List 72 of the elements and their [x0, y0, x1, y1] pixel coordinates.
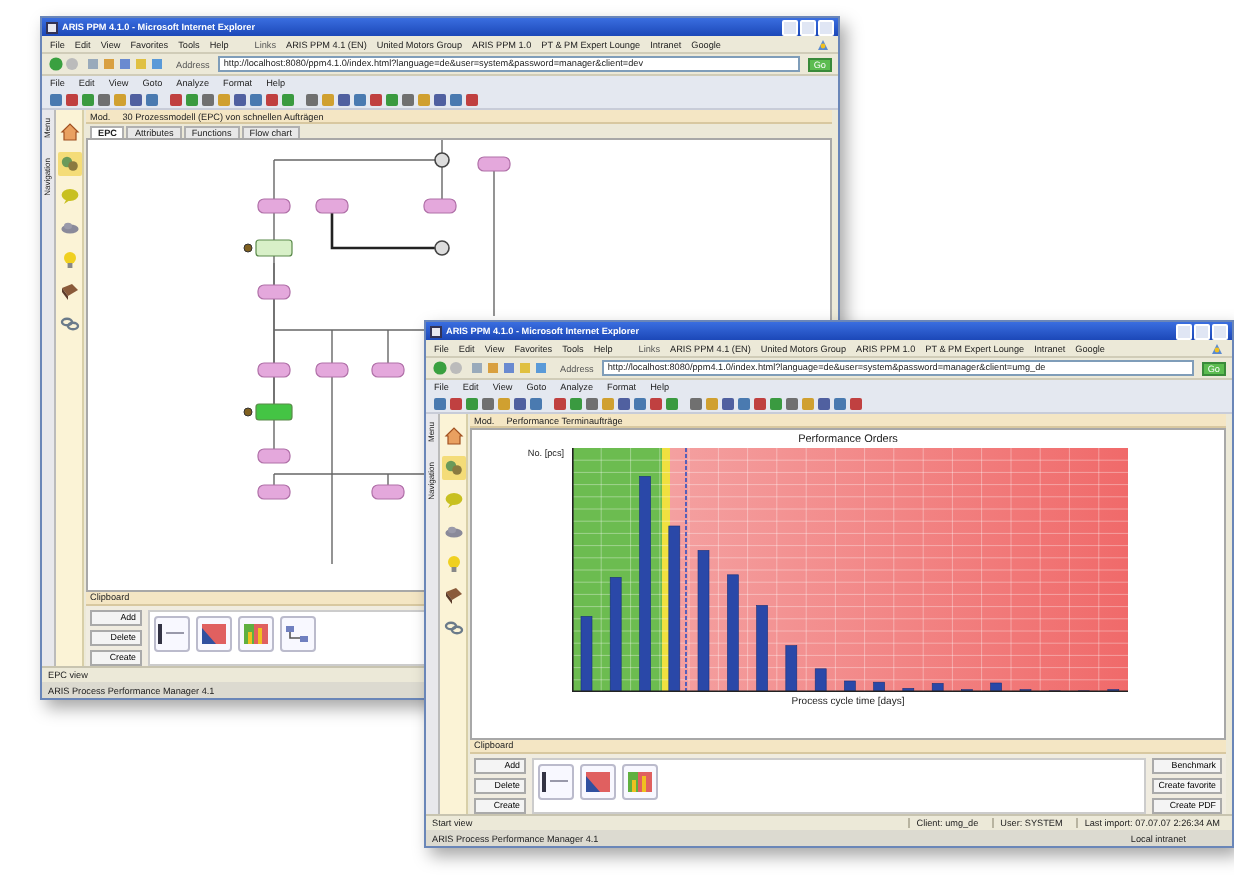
event-node	[477, 156, 511, 172]
book-icon	[59, 282, 79, 302]
event-node	[371, 484, 405, 500]
navigation-toolbar-drawing[interactable]	[432, 360, 552, 376]
bar-chart-thumbnail-icon[interactable]	[238, 616, 274, 652]
bar-chart-thumbnail-icon[interactable]	[622, 764, 658, 800]
lightbulb-icon	[59, 250, 79, 270]
house-icon	[443, 426, 463, 446]
nav-button[interactable]	[57, 312, 81, 336]
connector-line	[441, 166, 443, 200]
event-node	[257, 484, 291, 500]
event-node	[315, 198, 349, 214]
speech-bubble-icon	[443, 490, 463, 510]
minimize-button[interactable]	[782, 19, 798, 35]
connector-line	[330, 213, 435, 250]
nav-button[interactable]	[57, 280, 81, 304]
status-dot-icon	[243, 407, 253, 417]
gear-icon	[443, 458, 463, 478]
event-node	[423, 198, 457, 214]
bar	[873, 681, 886, 692]
function-node	[255, 239, 293, 257]
connector-line	[441, 140, 443, 154]
app-icon	[46, 21, 58, 33]
bar	[610, 577, 622, 692]
bar	[932, 683, 944, 692]
event-node	[371, 362, 405, 378]
bar	[785, 645, 798, 692]
function-node	[255, 403, 293, 421]
nav-button[interactable]	[441, 456, 465, 480]
chain-icon	[59, 314, 79, 334]
house-icon	[59, 122, 79, 142]
bar	[727, 574, 739, 692]
nav-button[interactable]	[441, 584, 465, 608]
close-button[interactable]	[818, 19, 834, 35]
event-node	[257, 362, 291, 378]
connector-node	[434, 152, 450, 168]
bar	[844, 680, 856, 692]
nav-button[interactable]	[441, 616, 465, 640]
area-chart-thumbnail-icon[interactable]	[580, 764, 616, 800]
bar	[990, 682, 1003, 692]
nav-button[interactable]	[57, 120, 81, 144]
minimize-button[interactable]	[1176, 323, 1192, 339]
windows-logo-icon	[816, 37, 830, 51]
chain-icon	[443, 618, 463, 638]
cloud-icon	[59, 218, 79, 238]
connector-node	[434, 240, 450, 256]
flowchart-thumbnail-icon[interactable]	[280, 616, 316, 652]
event-node	[257, 448, 291, 464]
windows-logo-icon	[1210, 341, 1224, 355]
bar	[815, 668, 827, 692]
event-node	[315, 362, 349, 378]
event-node	[257, 198, 291, 214]
lightbulb-icon	[443, 554, 463, 574]
bar	[580, 616, 593, 692]
area-chart-thumbnail-icon[interactable]	[196, 616, 232, 652]
gear-icon	[59, 154, 79, 174]
nav-button[interactable]	[57, 152, 81, 176]
table-thumbnail-icon[interactable]	[538, 764, 574, 800]
close-button[interactable]	[1212, 323, 1228, 339]
book-icon	[443, 586, 463, 606]
maximize-button[interactable]	[1194, 323, 1210, 339]
maximize-button[interactable]	[800, 19, 816, 35]
status-dot-icon	[243, 243, 253, 253]
bar	[756, 605, 769, 692]
bar	[697, 550, 710, 692]
event-node	[257, 284, 291, 300]
app-icon	[430, 325, 442, 337]
cloud-icon	[443, 522, 463, 542]
speech-bubble-icon	[59, 186, 79, 206]
nav-button[interactable]	[441, 424, 465, 448]
table-thumbnail-icon[interactable]	[154, 616, 190, 652]
navigation-toolbar-drawing[interactable]	[48, 56, 168, 72]
